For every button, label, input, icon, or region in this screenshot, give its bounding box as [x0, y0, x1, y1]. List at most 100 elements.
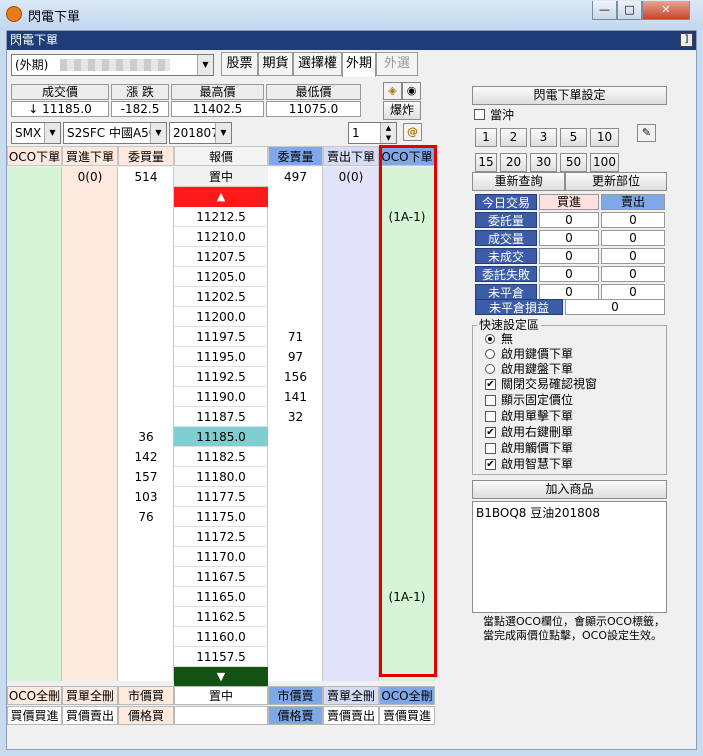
buy-order-cell[interactable] — [62, 327, 118, 347]
sell-order-cell[interactable] — [323, 267, 379, 287]
oco-left-cell[interactable] — [7, 567, 62, 587]
quantity-button[interactable]: 20 — [500, 153, 527, 172]
quantity-stepper[interactable]: 1 ▲ ▼ — [348, 122, 397, 144]
option-checkbox[interactable]: ✔ — [485, 379, 496, 390]
sell-order-cell[interactable] — [323, 247, 379, 267]
tab-foreign-options[interactable]: 外選 — [376, 52, 418, 76]
buy-order-cell[interactable] — [62, 447, 118, 467]
option-checkbox[interactable] — [485, 443, 496, 454]
eye-icon[interactable]: ◉ — [402, 82, 421, 100]
buy-order-cell[interactable] — [62, 207, 118, 227]
buy-order-total[interactable]: 0(0) — [62, 167, 118, 187]
sell-order-cell[interactable] — [323, 407, 379, 427]
option-checkbox[interactable] — [485, 411, 496, 422]
symbol-select[interactable]: S2SFC 中國A50 ▼ — [63, 122, 167, 144]
buy-order-cell[interactable] — [62, 407, 118, 427]
ask-sell-button[interactable]: 賣價賣出 — [323, 706, 379, 725]
sell-order-cell[interactable] — [323, 227, 379, 247]
sell-order-cell[interactable] — [323, 487, 379, 507]
oco-left-cell[interactable] — [7, 347, 62, 367]
edit-pencil-icon[interactable]: ✎ — [637, 124, 656, 142]
requery-button[interactable]: 重新查詢 — [472, 172, 565, 191]
oco-left-cell[interactable] — [7, 427, 62, 447]
option-checkbox[interactable]: ✔ — [485, 427, 496, 438]
buy-order-cell[interactable] — [62, 427, 118, 447]
buy-order-cell[interactable] — [62, 487, 118, 507]
sell-order-cell[interactable] — [323, 287, 379, 307]
oco-delete-all-right-button[interactable]: OCO全刪 — [379, 686, 435, 705]
oco-left-cell[interactable] — [7, 527, 62, 547]
sell-order-cell[interactable] — [323, 327, 379, 347]
ask-buy-button[interactable]: 賣價買進 — [379, 706, 435, 725]
tab-options[interactable]: 選擇權 — [293, 52, 342, 76]
oco-left-cell[interactable] — [7, 447, 62, 467]
oco-left-cell[interactable] — [7, 247, 62, 267]
sell-order-cell[interactable] — [323, 467, 379, 487]
scroll-up-arrow-icon[interactable]: ▲ — [174, 187, 268, 207]
oco-left-cell[interactable] — [7, 387, 62, 407]
chevron-down-icon[interactable]: ▼ — [197, 55, 213, 75]
oco-left-cell[interactable] — [7, 467, 62, 487]
order-mode-radio[interactable] — [485, 334, 495, 344]
burst-button[interactable]: 爆炸 — [383, 101, 421, 120]
settings-button[interactable]: 閃電下單設定 — [472, 86, 667, 105]
oco-left-cell[interactable] — [7, 267, 62, 287]
maximize-button[interactable]: □ — [617, 1, 642, 20]
oco-left-cell[interactable] — [7, 207, 62, 227]
sell-order-cell[interactable] — [323, 567, 379, 587]
quantity-button[interactable]: 15 — [475, 153, 497, 172]
oco-left-cell[interactable] — [7, 627, 62, 647]
oco-left-cell[interactable] — [7, 587, 62, 607]
chevron-down-icon[interactable]: ▼ — [150, 123, 166, 143]
buy-order-cell[interactable] — [62, 287, 118, 307]
center-button[interactable]: 置中 — [174, 167, 268, 187]
tab-foreign-futures[interactable]: 外期 — [342, 52, 376, 77]
sell-order-cell[interactable] — [323, 507, 379, 527]
sell-order-cell[interactable] — [323, 587, 379, 607]
sell-order-cell[interactable] — [323, 387, 379, 407]
oco-left-cell[interactable] — [7, 487, 62, 507]
sell-order-cell[interactable] — [323, 607, 379, 627]
sell-order-total[interactable]: 0(0) — [323, 167, 379, 187]
sell-order-cell[interactable] — [323, 447, 379, 467]
oco-left-cell[interactable] — [7, 327, 62, 347]
chevron-down-icon[interactable]: ▼ — [215, 123, 231, 143]
price-sell-button[interactable]: 價格賣 — [268, 706, 323, 725]
option-checkbox[interactable]: ✔ — [485, 459, 496, 470]
buy-order-cell[interactable] — [62, 307, 118, 327]
buy-delete-all-button[interactable]: 買單全刪 — [62, 686, 118, 705]
pin-icon[interactable]: ] — [680, 33, 693, 47]
quantity-button[interactable]: 1 — [475, 128, 497, 147]
quantity-button[interactable]: 30 — [530, 153, 557, 172]
update-position-button[interactable]: 更新部位 — [565, 172, 667, 191]
quantity-button[interactable]: 10 — [590, 128, 619, 147]
alarm-icon[interactable]: ◈ — [383, 82, 402, 100]
buy-order-cell[interactable] — [62, 547, 118, 567]
price-buy-button[interactable]: 價格買 — [118, 706, 174, 725]
quantity-button[interactable]: 2 — [500, 128, 527, 147]
oco-left-cell[interactable] — [7, 307, 62, 327]
buy-order-cell[interactable] — [62, 567, 118, 587]
market-buy-button[interactable]: 市價買 — [118, 686, 174, 705]
order-mode-radio[interactable] — [485, 364, 495, 374]
month-select[interactable]: 201807 ▼ — [169, 122, 232, 144]
sell-order-cell[interactable] — [323, 647, 379, 667]
quantity-button[interactable]: 50 — [560, 153, 587, 172]
market-sell-button[interactable]: 市價賣 — [268, 686, 323, 705]
buy-order-cell[interactable] — [62, 507, 118, 527]
oco-left-cell[interactable] — [7, 647, 62, 667]
oco-left-cell[interactable] — [7, 507, 62, 527]
buy-order-cell[interactable] — [62, 227, 118, 247]
quantity-button[interactable]: 100 — [590, 153, 619, 172]
sell-order-cell[interactable] — [323, 547, 379, 567]
tab-futures[interactable]: 期貨 — [258, 52, 293, 76]
buy-order-cell[interactable] — [62, 387, 118, 407]
sell-order-cell[interactable] — [323, 627, 379, 647]
day-trade-checkbox[interactable] — [474, 109, 485, 120]
product-combo[interactable]: (外期) ▼ — [11, 54, 214, 76]
tab-stocks[interactable]: 股票 — [221, 52, 258, 76]
sell-order-cell[interactable] — [323, 207, 379, 227]
sell-delete-all-button[interactable]: 賣單全刪 — [323, 686, 379, 705]
oco-left-cell[interactable] — [7, 607, 62, 627]
sell-order-cell[interactable] — [323, 307, 379, 327]
